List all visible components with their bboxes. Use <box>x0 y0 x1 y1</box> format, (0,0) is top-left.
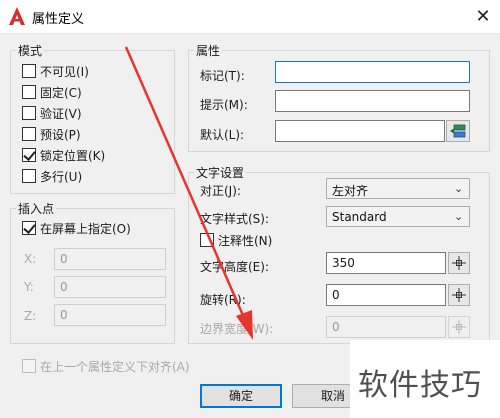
watermark-text: 软件技巧 <box>358 368 482 403</box>
